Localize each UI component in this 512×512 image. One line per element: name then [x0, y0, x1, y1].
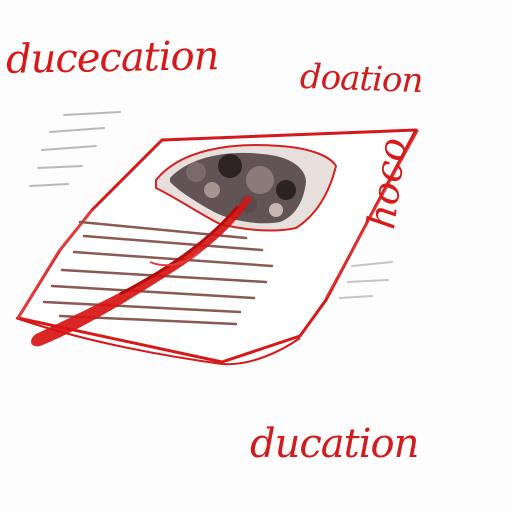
illustration-canvas: ducecation doation hoco ducation — [0, 0, 512, 512]
speed-lines-right — [339, 261, 393, 299]
headline-right-text: doation — [299, 56, 424, 102]
speed-lines-left — [29, 111, 121, 187]
headline-left-text: ducecation — [5, 33, 219, 83]
bottom-caption-text: ducation — [250, 421, 419, 467]
